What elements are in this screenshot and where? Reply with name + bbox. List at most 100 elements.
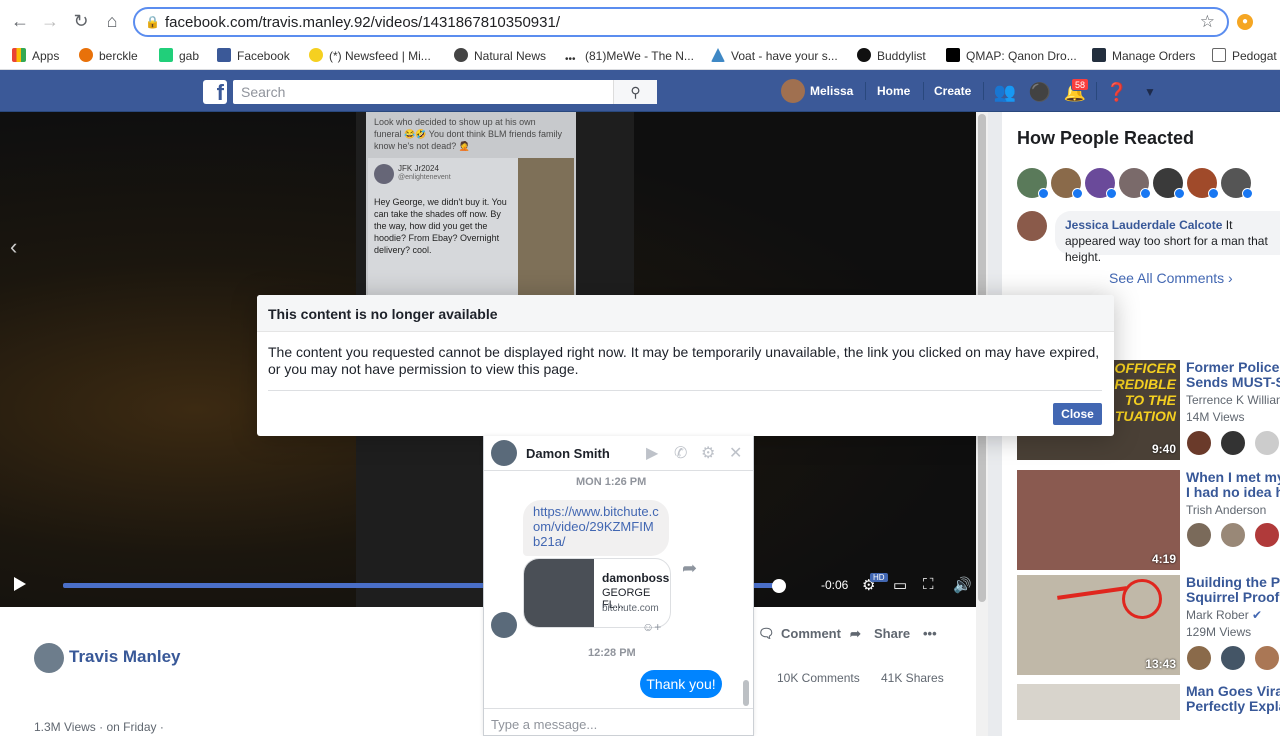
bookmark-berckle[interactable]: berckle <box>79 47 138 65</box>
like-icon <box>1208 188 1219 199</box>
commenter-avatar[interactable] <box>1017 211 1047 241</box>
views-count: 1.3M Views · on Friday · <box>34 720 164 734</box>
video-author[interactable]: Trish Anderson <box>1186 503 1266 517</box>
search-input[interactable]: Search ⚲ <box>233 80 657 104</box>
bookmark-newsfeed[interactable]: (*) Newsfeed | Mi... <box>309 47 431 65</box>
video-title[interactable]: Man Goes Vira <box>1186 684 1280 699</box>
comment-button[interactable]: Comment <box>781 626 841 641</box>
video-title[interactable]: When I met my <box>1186 470 1280 485</box>
video-title-line2[interactable]: Squirrel Proof <box>1186 590 1279 605</box>
home-link[interactable]: Home <box>877 84 910 98</box>
chat-message-sent[interactable]: Thank you! <box>640 670 722 698</box>
bookmark-mewe[interactable]: ••• (81)MeWe - The N... <box>565 47 694 65</box>
close-button[interactable]: Close <box>1053 403 1102 425</box>
author-avatar[interactable] <box>34 643 64 673</box>
bookmark-gab[interactable]: gab <box>159 47 199 65</box>
viewer-avatar <box>1254 522 1280 548</box>
bookmarks-bar: Apps berckle gab Facebook (*) Newsfeed |… <box>0 42 1280 70</box>
chat-message-input[interactable]: Type a message... <box>491 717 597 732</box>
messenger-icon[interactable]: ⚫ <box>1028 80 1052 104</box>
play-icon[interactable] <box>14 577 26 591</box>
chat-contact-avatar[interactable] <box>491 612 517 638</box>
extension-icon[interactable]: ● <box>1237 14 1253 30</box>
bookmark-star-icon[interactable]: ☆ <box>1200 12 1215 32</box>
lock-icon: 🔒 <box>145 15 160 29</box>
link-preview-card[interactable]: damonboss GEORGE FL... bitchute.com <box>523 558 671 628</box>
video-author[interactable]: Mark Rober ✔ <box>1186 608 1262 622</box>
bookmark-label: Facebook <box>237 49 290 63</box>
like-icon <box>1106 188 1117 199</box>
video-thumbnail[interactable]: 13:43 <box>1017 575 1180 675</box>
share-button[interactable]: Share <box>874 626 910 641</box>
add-reaction-icon[interactable]: ☺+ <box>642 620 664 636</box>
time-remaining: -0:06 <box>821 578 849 592</box>
bookmark-facebook[interactable]: Facebook <box>217 47 290 65</box>
more-options-icon[interactable]: ••• <box>923 626 937 641</box>
chat-contact-name[interactable]: Damon Smith <box>526 446 610 461</box>
bookmark-voat[interactable]: Voat - have your s... <box>711 47 838 65</box>
red-arrow-icon <box>1057 586 1127 600</box>
video-title[interactable]: Former Police O <box>1186 360 1280 375</box>
close-icon[interactable]: ✕ <box>729 443 742 463</box>
author-name[interactable]: Travis Manley <box>69 647 181 667</box>
friend-requests-icon[interactable]: 👥 <box>993 80 1017 104</box>
divider <box>1096 82 1097 100</box>
forward-icon[interactable]: ➦ <box>682 558 697 579</box>
reply-handle: @enlightenevent <box>398 174 451 181</box>
forward-icon[interactable]: → <box>39 10 61 32</box>
facebook-logo-icon[interactable]: f <box>203 80 227 105</box>
comments-count[interactable]: 10K Comments <box>777 671 860 685</box>
bookmark-label: Voat - have your s... <box>731 49 838 63</box>
profile-link[interactable]: Melissa <box>810 84 853 98</box>
create-link[interactable]: Create <box>934 84 971 98</box>
fullscreen-icon[interactable]: ⛶ <box>923 576 934 593</box>
natural-news-icon <box>454 48 468 62</box>
share-icon[interactable]: ➦ <box>850 626 861 642</box>
see-all-label: See All Comments <box>1109 270 1225 286</box>
url-text[interactable]: facebook.com/travis.manley.92/videos/143… <box>165 14 560 31</box>
volume-icon[interactable]: 🔊 <box>953 576 972 594</box>
search-icon[interactable]: ⚲ <box>613 80 657 104</box>
chat-input-divider <box>484 708 753 709</box>
previous-chevron-icon[interactable]: ‹ <box>10 234 17 260</box>
back-icon[interactable]: ← <box>9 10 31 32</box>
chat-message-link[interactable]: https://www.bitchute.com/video/29KZMFIMb… <box>523 500 669 556</box>
video-title[interactable]: Building the Pe <box>1186 575 1280 590</box>
video-thumbnail[interactable] <box>1017 684 1180 720</box>
phone-icon[interactable]: ✆ <box>674 443 687 463</box>
cast-icon[interactable]: ▭ <box>893 576 907 594</box>
help-icon[interactable]: ❓ <box>1105 80 1129 104</box>
chat-contact-avatar[interactable] <box>491 440 517 466</box>
link-preview-source: bitchute.com <box>602 603 659 614</box>
bookmark-qmap[interactable]: QMAP: Qanon Dro... <box>946 47 1077 65</box>
bookmark-label: Natural News <box>474 49 547 63</box>
video-thumbnail[interactable]: 4:19 <box>1017 470 1180 570</box>
video-title-line2[interactable]: Sends MUST-S <box>1186 375 1280 390</box>
gear-icon[interactable]: ⚙ <box>701 443 715 463</box>
reload-icon[interactable]: ↻ <box>70 10 92 32</box>
profile-avatar[interactable] <box>781 79 805 103</box>
bookmark-natural-news[interactable]: Natural News <box>454 47 546 65</box>
chat-scrollbar[interactable] <box>743 680 749 706</box>
video-author[interactable]: Terrence K Willian <box>1186 393 1280 407</box>
facebook-icon <box>217 48 231 62</box>
commenter-name[interactable]: Jessica Lauderdale Calcote <box>1065 218 1222 232</box>
comment-icon[interactable]: 🗨 <box>758 626 775 642</box>
divider <box>865 82 866 100</box>
video-title-line2[interactable]: I had no idea h <box>1186 485 1280 500</box>
see-all-comments-link[interactable]: See All Comments › <box>1109 270 1233 286</box>
bookmark-pedogat[interactable]: Pedogat <box>1212 47 1277 65</box>
home-icon[interactable]: ⌂ <box>101 10 123 32</box>
bookmark-apps[interactable]: Apps <box>12 47 59 65</box>
bookmark-manage-orders[interactable]: Manage Orders <box>1092 47 1195 65</box>
video-title-line2[interactable]: Perfectly Expla <box>1186 699 1280 714</box>
bookmark-buddylist[interactable]: Buddylist <box>857 47 926 65</box>
video-duration: 9:40 <box>1151 442 1176 456</box>
address-bar[interactable]: 🔒 facebook.com/travis.manley.92/videos/1… <box>133 7 1229 37</box>
shares-count[interactable]: 41K Shares <box>881 671 944 685</box>
progress-knob[interactable] <box>772 579 786 593</box>
apps-grid-icon <box>12 48 26 62</box>
account-menu-chevron-icon[interactable]: ▼ <box>1138 80 1162 104</box>
video-call-icon[interactable]: ▶ <box>646 443 658 463</box>
viewer-avatar <box>1220 430 1246 456</box>
